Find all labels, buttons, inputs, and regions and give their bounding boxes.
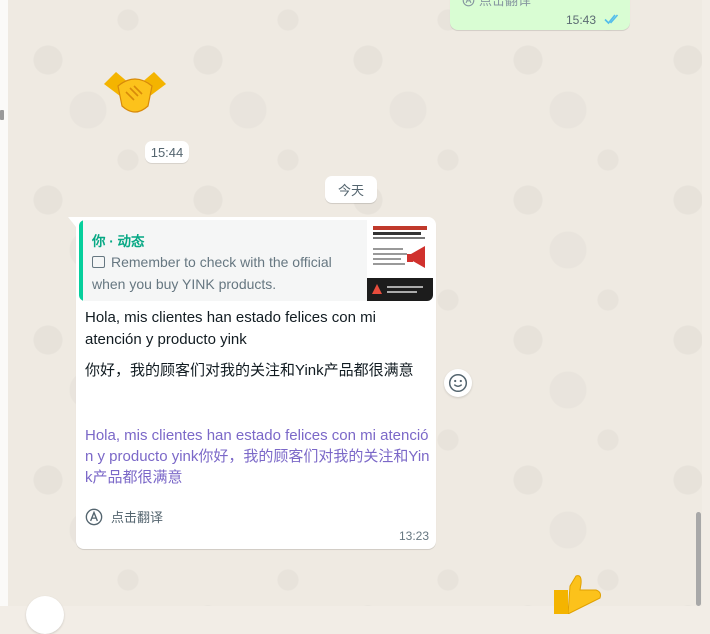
date-separator: 今天 [325, 176, 377, 203]
quote-accent-bar [79, 220, 83, 301]
quoted-status-reply[interactable]: 你 · 动态 Remember to check with the offici… [79, 220, 433, 301]
bubble-tail [68, 217, 76, 227]
sticker-time: 15:44 [145, 141, 189, 163]
edge-marker [0, 110, 4, 120]
scroll-down-button[interactable] [26, 596, 64, 634]
thumbs-up-sticker-icon[interactable] [548, 574, 608, 614]
message-text-es: Hola, mis clientes han estado felices co… [85, 309, 376, 348]
outgoing-message-time: 15:43 [565, 13, 596, 27]
translate-icon [462, 0, 475, 7]
incoming-message-time: 13:23 [398, 529, 429, 543]
quoted-image-thumbnail[interactable] [367, 220, 433, 301]
translate-button[interactable]: 点击翻译 [85, 507, 163, 526]
translate-button-label: 点击翻译 [111, 510, 164, 525]
incoming-message-bubble[interactable]: 你 · 动态 Remember to check with the offici… [68, 217, 436, 549]
translated-text: Hola, mis clientes han estado felices co… [85, 427, 430, 486]
message-text-zh: 你好，我的顾客们对我的关注和Yink产品都很满意 [85, 362, 414, 379]
outgoing-message-bubble[interactable]: 点击翻译 15:43 [450, 0, 630, 30]
reaction-button[interactable] [444, 369, 472, 397]
quoted-author: 你 · 动态 [92, 234, 145, 249]
quoted-text: Remember to check with the official when… [92, 254, 332, 292]
translate-icon [85, 508, 103, 525]
chat-scrollbar[interactable] [696, 512, 701, 606]
outgoing-translate-label: 点击翻译 [479, 0, 532, 8]
smiley-icon [448, 373, 468, 393]
outgoing-translate-hint[interactable]: 点击翻译 [462, 0, 531, 9]
double-check-icon [604, 12, 622, 30]
image-icon [92, 256, 105, 268]
handshake-sticker-icon[interactable] [100, 62, 170, 122]
quoted-text-container: Remember to check with the official when… [92, 251, 350, 295]
